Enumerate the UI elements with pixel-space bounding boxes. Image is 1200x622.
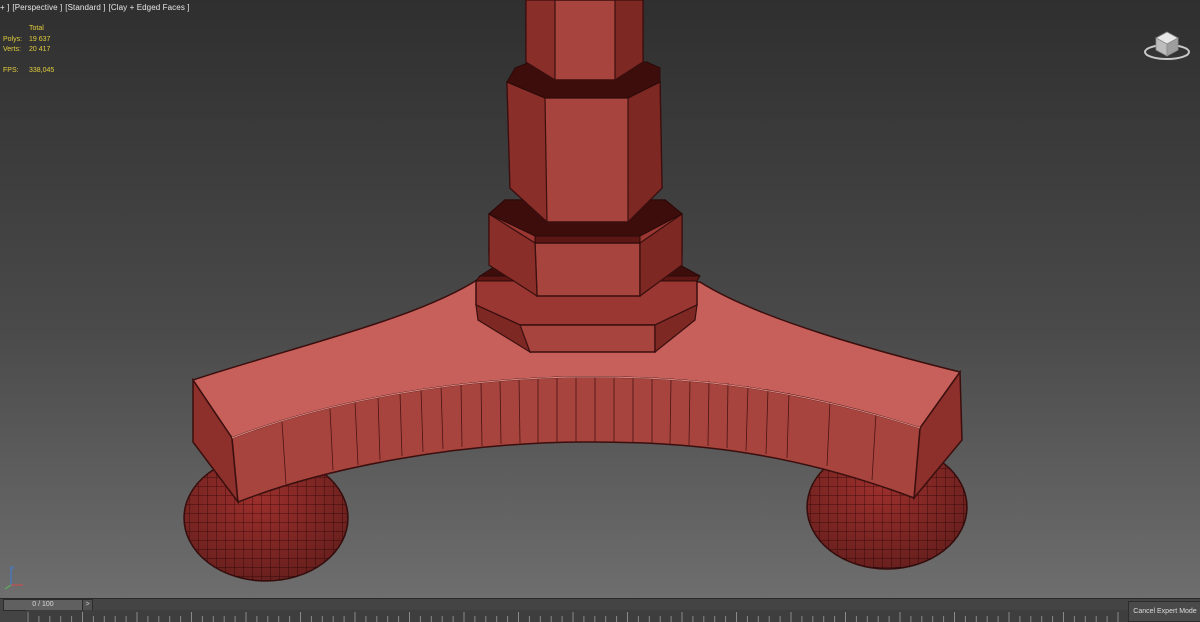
viewport-shading-mode[interactable]: [Clay + Edged Faces ] — [109, 3, 190, 12]
svg-text:z: z — [12, 565, 15, 571]
cancel-expert-mode-button[interactable]: Cancel Expert Mode — [1128, 601, 1200, 622]
polys-label: Polys: — [3, 35, 23, 43]
next-frame-button[interactable]: > — [82, 600, 92, 610]
axis-tripod-icon: z — [4, 565, 23, 590]
stats-header: Total — [29, 25, 44, 32]
viewport-preset[interactable]: [Standard ] — [65, 3, 105, 12]
timeline-bar: 0 / 100 > Cancel Expert Mode — [0, 598, 1200, 622]
viewcube-icon[interactable] — [1142, 24, 1192, 60]
fps-label: FPS: — [3, 66, 19, 74]
frame-display[interactable]: 0 / 100 — [4, 600, 82, 610]
table-base-model — [183, 0, 968, 582]
polys-value: 19 637 — [29, 35, 51, 43]
viewport-view-mode[interactable]: [Perspective ] — [12, 3, 62, 12]
viewport-menu-plus[interactable]: + ] — [0, 3, 9, 12]
fps-value: 338,045 — [29, 66, 55, 74]
scene-statistics: Total Polys: 19 637 Verts: 20 417 FPS: 338,… — [3, 24, 54, 76]
perspective-viewport[interactable]: + ] [Perspective ] [Standard ] [Clay + Edge… — [0, 0, 1200, 598]
verts-label: Verts: — [3, 46, 21, 53]
frame-ruler[interactable] — [26, 610, 1128, 622]
viewport-label[interactable]: + ] [Perspective ] [Standard ] [Clay + Edge… — [0, 3, 193, 12]
verts-value: 20 417 — [29, 46, 51, 53]
